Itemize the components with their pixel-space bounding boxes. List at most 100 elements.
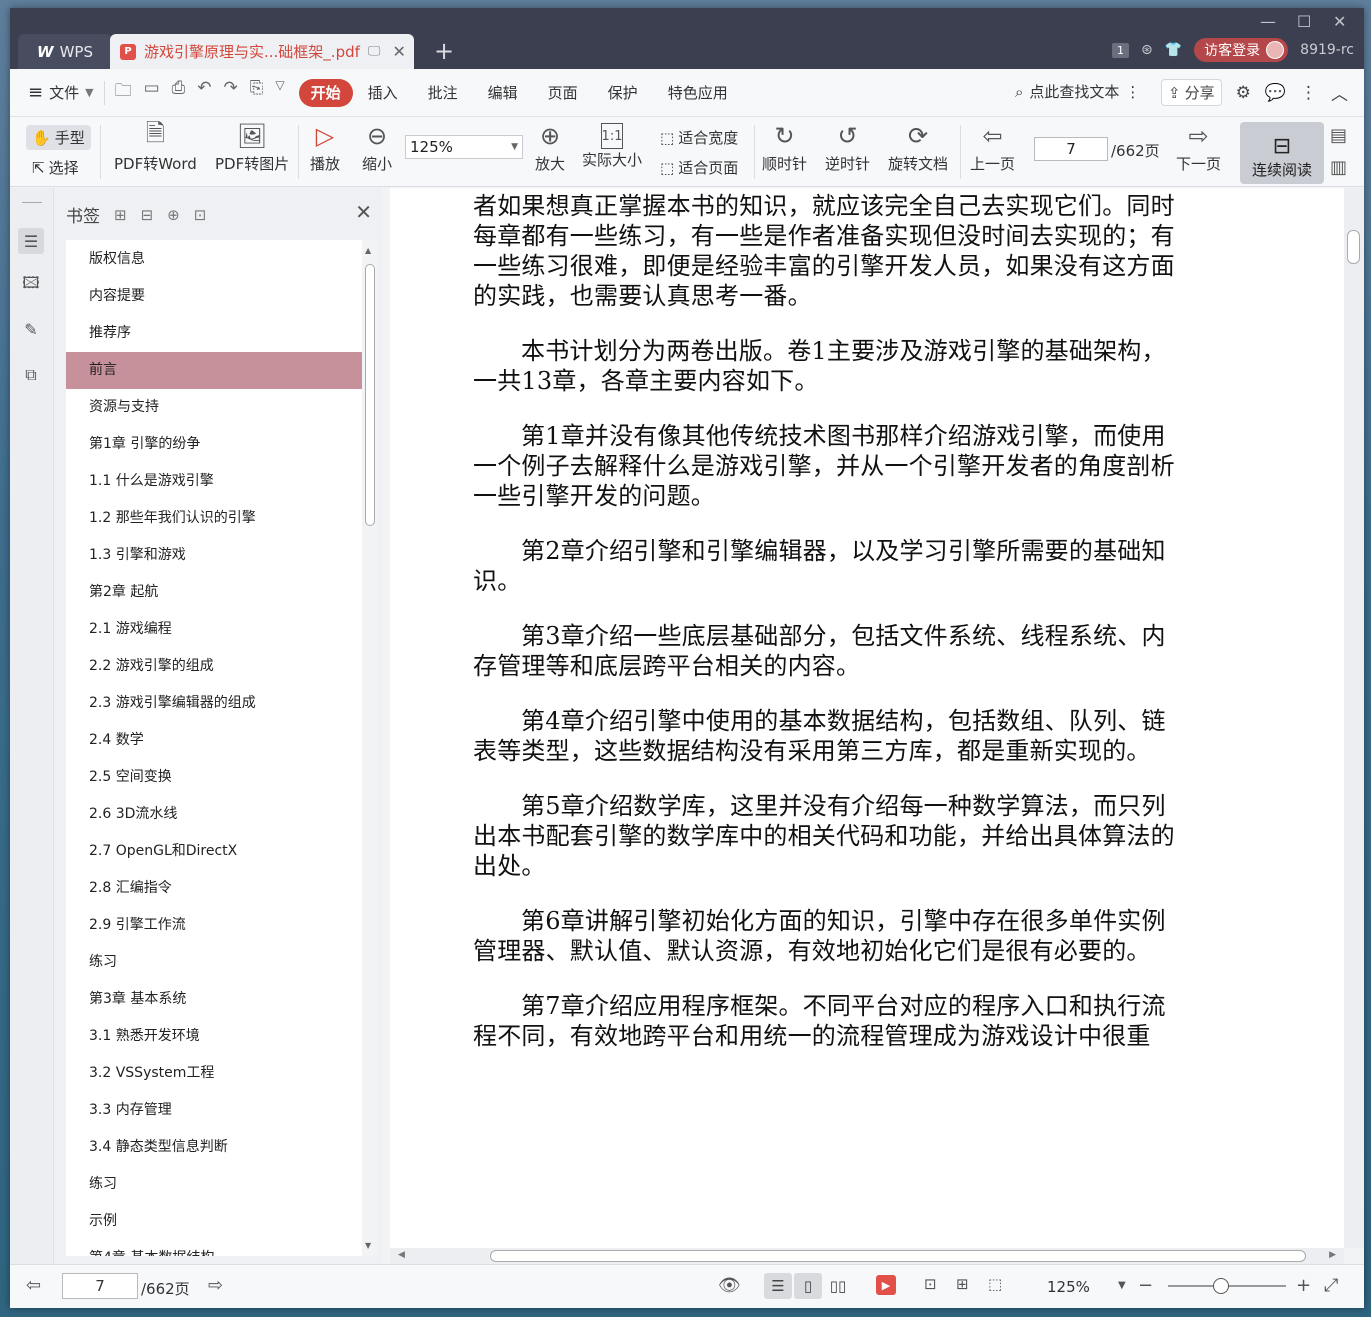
- next-page-button[interactable]: ⇨ 下一页: [1176, 119, 1221, 174]
- shirt-icon[interactable]: 👕: [1165, 42, 1182, 58]
- tab-page[interactable]: 页面: [533, 79, 593, 107]
- bookmark-item[interactable]: 推荐序: [66, 315, 362, 352]
- open-folder-icon[interactable]: 🗀: [115, 78, 132, 107]
- scroll-thumb[interactable]: [1347, 230, 1360, 264]
- print-icon[interactable]: ⎙: [172, 78, 186, 107]
- rotate-counterclockwise-button[interactable]: ↺ 逆时针: [825, 119, 870, 174]
- status-page-input[interactable]: 7: [62, 1273, 138, 1299]
- continuous-read-button[interactable]: ⊟ 连续阅读: [1240, 122, 1324, 184]
- maximize-icon[interactable]: ☐: [1297, 12, 1311, 31]
- play-button[interactable]: ▷ 播放: [310, 119, 340, 174]
- collapse-all-icon[interactable]: ⊟: [141, 206, 154, 224]
- thumbnail-icon[interactable]: 🖾: [18, 272, 44, 298]
- prev-page-button[interactable]: ⇦ 上一页: [970, 119, 1015, 174]
- add-bookmark-icon[interactable]: ⊕: [167, 206, 180, 224]
- bookmark-item[interactable]: 练习: [66, 944, 362, 981]
- bookmark-item[interactable]: 2.4 数学: [66, 722, 362, 759]
- tab-annotate[interactable]: 批注: [413, 79, 473, 107]
- search-more-icon[interactable]: ⋮: [1125, 83, 1140, 101]
- fullscreen-icon[interactable]: ⤢: [1324, 1275, 1338, 1296]
- tab-close-icon[interactable]: ✕: [392, 42, 405, 61]
- pdf-to-image-button[interactable]: 🖼 PDF转图片: [215, 119, 289, 174]
- fit-page-icon[interactable]: ⊞: [956, 1275, 969, 1293]
- tab-special-apps[interactable]: 特色应用: [653, 79, 743, 107]
- zoom-out-button[interactable]: ⊖ 缩小: [362, 119, 392, 174]
- eye-protection-icon[interactable]: 👁: [718, 1275, 741, 1296]
- gear-icon[interactable]: ⚙: [1236, 83, 1251, 103]
- fit-width-button[interactable]: ⬚ 适合宽度: [660, 127, 738, 148]
- bookmark-item[interactable]: 2.5 空间变换: [66, 759, 362, 796]
- tab-document[interactable]: P 游戏引擎原理与实...础框架_.pdf 🖵 ✕: [110, 34, 414, 69]
- bookmark-scrollbar[interactable]: ▲ ▼: [362, 240, 378, 1256]
- tab-protect[interactable]: 保护: [593, 79, 653, 107]
- bookmark-item[interactable]: 1.2 那些年我们认识的引擎: [66, 500, 362, 537]
- hand-tool-button[interactable]: ✋ 手型: [26, 125, 91, 150]
- bookmark-item[interactable]: 示例: [66, 1203, 362, 1240]
- file-menu[interactable]: ≡ 文件 ▼: [28, 82, 94, 103]
- annotation-icon[interactable]: ✎: [18, 316, 44, 342]
- bookmark-item[interactable]: 第2章 起航: [66, 574, 362, 611]
- next-page-icon[interactable]: ⇨: [208, 1275, 223, 1296]
- two-page-icon[interactable]: ▥: [1330, 157, 1347, 178]
- login-button[interactable]: 访客登录: [1194, 38, 1289, 62]
- play-slideshow-icon[interactable]: ▶: [876, 1275, 896, 1295]
- window-count-badge[interactable]: 1: [1112, 42, 1129, 58]
- save-icon[interactable]: ▭: [144, 78, 160, 107]
- bookmark-item[interactable]: 1.3 引擎和游戏: [66, 537, 362, 574]
- tab-insert[interactable]: 插入: [353, 79, 413, 107]
- zoom-dropdown-icon[interactable]: ▼: [1118, 1280, 1126, 1291]
- tab-edit[interactable]: 编辑: [473, 79, 533, 107]
- rotate-document-button[interactable]: ⟳ 旋转文档: [888, 119, 948, 174]
- zoom-in-button[interactable]: ⊕ 放大: [535, 119, 565, 174]
- document-viewport[interactable]: 者如果想真正掌握本书的知识，就应该完全自己去实现它们。同时每章都有一些练习，有一…: [390, 188, 1344, 1248]
- expand-all-icon[interactable]: ⊞: [114, 206, 127, 224]
- close-icon[interactable]: ✕: [1333, 12, 1346, 31]
- tab-start[interactable]: 开始: [298, 78, 353, 107]
- export-icon[interactable]: ⎘: [250, 78, 264, 107]
- bookmark-item[interactable]: 2.2 游戏引擎的组成: [66, 648, 362, 685]
- continuous-view-icon[interactable]: ☰: [764, 1273, 792, 1299]
- share-button[interactable]: ⇪ 分享: [1160, 79, 1222, 106]
- scroll-down-icon[interactable]: ▼: [365, 1241, 371, 1250]
- new-tab-button[interactable]: +: [434, 37, 454, 65]
- more-options-icon[interactable]: ⋮: [1300, 83, 1317, 103]
- document-vertical-scrollbar[interactable]: [1344, 188, 1364, 1248]
- rotate-clockwise-button[interactable]: ↻ 顺时针: [762, 119, 807, 174]
- page-number-input[interactable]: 7: [1034, 137, 1108, 161]
- bookmark-list-icon[interactable]: ☰: [18, 228, 44, 254]
- zoom-out-icon[interactable]: −: [1138, 1275, 1153, 1296]
- minimize-icon[interactable]: —: [1260, 12, 1276, 31]
- bookmark-item[interactable]: 内容提要: [66, 278, 362, 315]
- comment-icon[interactable]: 💬: [1265, 83, 1286, 103]
- tab-wps-home[interactable]: W WPS: [18, 34, 112, 69]
- monitor-icon[interactable]: 🖵: [368, 44, 381, 59]
- prev-page-icon[interactable]: ⇦: [26, 1275, 41, 1296]
- bookmark-item[interactable]: 前言: [66, 352, 362, 389]
- collapse-ribbon-icon[interactable]: ︿: [1331, 80, 1348, 105]
- actual-size-button[interactable]: 1:1 实际大小: [582, 119, 642, 170]
- bookmark-item[interactable]: 2.7 OpenGL和DirectX: [66, 833, 362, 870]
- fit-width-icon[interactable]: ⬚: [988, 1275, 1002, 1293]
- bookmark-item[interactable]: 版权信息: [66, 241, 362, 278]
- status-zoom-value[interactable]: 125%: [1047, 1278, 1090, 1296]
- document-horizontal-scrollbar[interactable]: ◀ ▶: [390, 1248, 1344, 1264]
- redo-icon[interactable]: ↷: [224, 78, 238, 107]
- bookmark-item[interactable]: 2.8 汇编指令: [66, 870, 362, 907]
- scroll-left-icon[interactable]: ◀: [398, 1250, 405, 1260]
- skin-icon[interactable]: ⊛: [1141, 42, 1153, 58]
- zoom-in-icon[interactable]: +: [1296, 1275, 1311, 1296]
- bookmark-item[interactable]: 2.9 引擎工作流: [66, 907, 362, 944]
- scroll-right-icon[interactable]: ▶: [1329, 1250, 1336, 1260]
- close-panel-icon[interactable]: ✕: [355, 200, 372, 224]
- bookmark-item[interactable]: 练习: [66, 1166, 362, 1203]
- scroll-thumb[interactable]: [365, 264, 375, 526]
- pdf-to-word-button[interactable]: 🗎 PDF转Word: [114, 119, 197, 174]
- find-text-search[interactable]: ⌕ 点此查找文本 ⋮: [1015, 81, 1140, 102]
- zoom-select[interactable]: 125% ▼: [405, 135, 523, 159]
- bookmark-item[interactable]: 2.1 游戏编程: [66, 611, 362, 648]
- bookmark-item[interactable]: 3.3 内存管理: [66, 1092, 362, 1129]
- bookmark-item[interactable]: 第1章 引擎的纷争: [66, 426, 362, 463]
- bookmark-item[interactable]: 第4章 基本数据结构: [66, 1240, 362, 1256]
- scroll-up-icon[interactable]: ▲: [365, 246, 371, 255]
- actual-size-icon[interactable]: ⊡: [924, 1275, 937, 1293]
